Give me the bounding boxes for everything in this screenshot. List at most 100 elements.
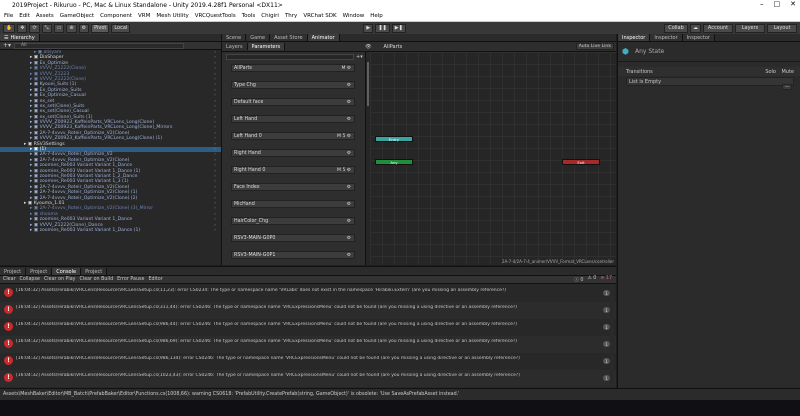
rect-tool-button[interactable]: ▭	[53, 23, 65, 33]
pause-button[interactable]: ❚❚	[375, 23, 390, 33]
parameter-row[interactable]: Face Index ⚙	[231, 183, 355, 191]
tab-asset-store[interactable]: Asset Store	[270, 34, 308, 41]
graph-node-exit[interactable]: Exit	[562, 159, 600, 165]
rotate-tool-button[interactable]: ⟳	[29, 23, 40, 33]
error-count-toggle[interactable]: ⊘ 17	[600, 276, 612, 283]
console-log-row[interactable]: ![16:04:32] Assets\Hirabiki\VRCLens\Reso…	[0, 336, 616, 353]
parameter-row[interactable]: Right Hand 0 M 5 ⚙	[231, 166, 355, 174]
parameter-value[interactable]: ⚙	[347, 83, 351, 88]
parameter-value[interactable]: ⚙	[347, 185, 351, 190]
console-editor-dropdown[interactable]: Editor	[148, 277, 162, 282]
parameter-row[interactable]: Right Hand ⚙	[231, 149, 355, 157]
console-clear-button[interactable]: Clear	[3, 277, 16, 282]
menu-item-vrcquesttools[interactable]: VRCQuestTools	[195, 13, 236, 19]
info-count-toggle[interactable]: ⓘ 0	[574, 276, 583, 283]
console-log-row[interactable]: ![16:04:32] Assets\Hirabiki\VRCLens\Reso…	[0, 285, 616, 302]
tab-project-2[interactable]: Project	[26, 268, 53, 275]
console-collapse-button[interactable]: Collapse	[20, 277, 40, 282]
gear-icon[interactable]: ⚙	[345, 66, 351, 71]
tab-inspector-3[interactable]: Inspector	[682, 34, 715, 41]
console-scrollbar[interactable]	[610, 284, 614, 384]
console-error-pause-button[interactable]: Error Pause	[117, 277, 144, 282]
parameter-row[interactable]: Type Chg ⚙	[231, 81, 355, 89]
animator-graph[interactable]: Entry Any Exit 2A-7-4/2A-7-4_animer/VVVV…	[370, 52, 616, 265]
gear-icon[interactable]: ⚙	[347, 219, 351, 224]
scale-tool-button[interactable]: ⤡	[41, 23, 52, 33]
menu-item-edit[interactable]: Edit	[19, 13, 30, 19]
eye-icon[interactable]: 👁	[365, 44, 371, 50]
tab-scene[interactable]: Scene	[222, 34, 247, 41]
tab-hierarchy[interactable]: ☰ Hierarchy	[0, 34, 40, 41]
menu-item-vrm[interactable]: VRM	[138, 13, 150, 19]
breadcrumb[interactable]: AllParts	[384, 44, 403, 50]
step-button[interactable]: ▶❚	[391, 23, 406, 33]
cloud-icon[interactable]: ☁	[690, 23, 701, 33]
gear-icon[interactable]: ⚙	[347, 236, 351, 241]
parameter-value[interactable]: M 5 ⚙	[337, 134, 351, 139]
parameter-row[interactable]: Left Hand 0 M 5 ⚙	[231, 132, 355, 140]
tab-animator[interactable]: Animator	[307, 34, 340, 41]
menu-item-gameobject[interactable]: GameObject	[60, 13, 94, 19]
gear-icon[interactable]: ⚙	[345, 168, 351, 173]
parameter-value[interactable]: ⚙	[347, 151, 351, 156]
parameter-row[interactable]: RSV3-MAIN-G0P1 ⚙	[231, 251, 355, 259]
menu-item-window[interactable]: Window	[343, 13, 365, 19]
menu-item-help[interactable]: Help	[370, 13, 383, 19]
parameter-value[interactable]: ⚙	[347, 202, 351, 207]
menu-item-thry[interactable]: Thry	[285, 13, 297, 19]
parameter-row[interactable]: RSV3-MAIN-G0P0 ⚙	[231, 234, 355, 242]
layers-dropdown[interactable]: Layers	[735, 23, 765, 33]
layout-dropdown[interactable]: Layout	[767, 23, 797, 33]
menu-item-vrchat-sdk[interactable]: VRChat SDK	[303, 13, 336, 19]
parameter-search-input[interactable]	[226, 54, 354, 60]
menu-item-component[interactable]: Component	[100, 13, 132, 19]
parameter-row[interactable]: Default face ⚙	[231, 98, 355, 106]
parameter-row[interactable]: HairColor_Chg ⚙	[231, 217, 355, 225]
parameter-value[interactable]: ⚙	[347, 219, 351, 224]
scrollbar-thumb[interactable]	[367, 62, 369, 106]
hierarchy-search-input[interactable]: All	[14, 42, 185, 49]
hierarchy-item[interactable]: ▸ ▣ zoomies_Re003 Variant Variant 1_Danc…	[0, 228, 221, 233]
menu-item-chigiri[interactable]: Chigiri	[261, 13, 279, 19]
parameter-value[interactable]: M 5 ⚙	[337, 168, 351, 173]
parameter-value[interactable]: ⚙	[347, 100, 351, 105]
gear-icon[interactable]: ⚙	[347, 83, 351, 88]
close-icon[interactable]: ✕	[790, 0, 796, 8]
transform-tool-button[interactable]: ⊕	[66, 23, 77, 33]
warning-count-toggle[interactable]: ⚠ 0	[587, 276, 596, 283]
parameter-value[interactable]: ⚙	[347, 236, 351, 241]
console-log-row[interactable]: ![16:04:32] Assets\Hirabiki\VRCLens\Reso…	[0, 302, 616, 319]
menu-item-assets[interactable]: Assets	[36, 13, 54, 19]
chevron-right-icon[interactable]: ›	[214, 228, 216, 233]
tab-layers[interactable]: Layers	[222, 43, 248, 50]
parameter-row[interactable]: AllParts M ⚙	[231, 64, 355, 72]
play-button[interactable]: ▶	[363, 23, 374, 33]
parameter-row[interactable]: Left Hand ⚙	[231, 115, 355, 123]
parameter-row[interactable]: MicHand ⚙	[231, 200, 355, 208]
tab-inspector-1[interactable]: Inspector	[618, 34, 651, 41]
parameter-value[interactable]: M ⚙	[341, 66, 351, 71]
gear-icon[interactable]: ⚙	[347, 100, 351, 105]
status-bar[interactable]: Assets\MeshBaker\Editor\MB_Batch\PrefabB…	[0, 388, 800, 400]
console-log-row[interactable]: ![16:04:32] Assets\Hirabiki\VRCLens\Reso…	[0, 353, 616, 370]
maximize-icon[interactable]: □	[774, 0, 781, 8]
tab-parameters[interactable]: Parameters	[247, 43, 286, 50]
console-log-row[interactable]: ![16:04:32] Assets\Hirabiki\VRCLens\Reso…	[0, 319, 616, 336]
menu-item-file[interactable]: File	[4, 13, 13, 19]
gear-icon[interactable]: ⚙	[347, 202, 351, 207]
create-dropdown[interactable]: +▾	[3, 42, 11, 49]
graph-node-any[interactable]: Any	[375, 159, 413, 165]
tab-inspector-2[interactable]: Inspector	[650, 34, 683, 41]
account-dropdown[interactable]: Account	[703, 23, 733, 33]
graph-node-entry[interactable]: Entry	[375, 136, 413, 142]
collab-dropdown[interactable]: Collab	[664, 23, 688, 33]
parameter-value[interactable]: ⚙	[347, 253, 351, 258]
gear-icon[interactable]: ⚙	[347, 185, 351, 190]
gear-icon[interactable]: ⚙	[345, 134, 351, 139]
tab-game[interactable]: Game	[246, 34, 271, 41]
custom-tool-button[interactable]: ⚙	[78, 23, 90, 33]
menu-item-tools[interactable]: Tools	[242, 13, 256, 19]
auto-live-link-toggle[interactable]: Auto Live Link	[575, 43, 614, 50]
parameter-value[interactable]: ⚙	[347, 117, 351, 122]
tab-project-3[interactable]: Project	[81, 268, 108, 275]
